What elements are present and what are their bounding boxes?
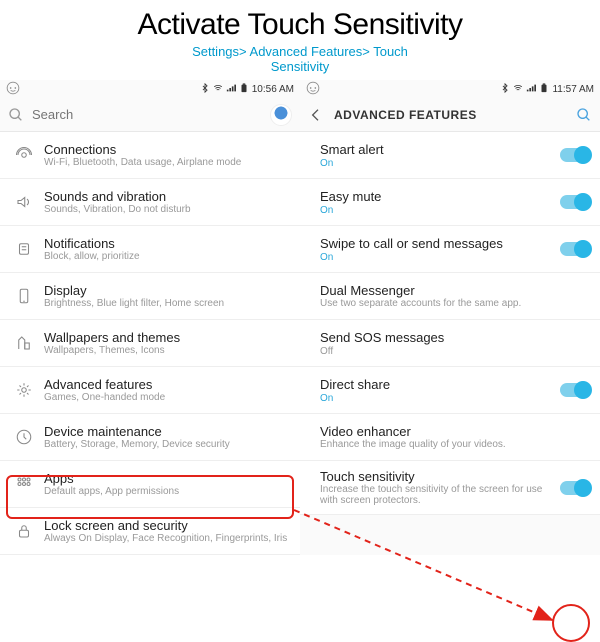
feature-row-swipe-call[interactable]: Swipe to call or send messagesOn [300, 226, 600, 273]
settings-row-apps[interactable]: AppsDefault apps, App permissions [0, 461, 300, 508]
advanced-features-screen: 11:57 AM ADVANCED FEATURES Smart alertOn… [300, 80, 600, 555]
feature-row-send-sos[interactable]: Send SOS messagesOff [300, 320, 600, 367]
row-title: Advanced features [44, 377, 290, 392]
settings-row-advanced-features[interactable]: Advanced featuresGames, One-handed mode [0, 367, 300, 414]
signal-icon [226, 83, 236, 96]
row-title: Connections [44, 142, 290, 157]
reddit-icon [306, 81, 320, 98]
row-state: On [320, 393, 560, 404]
row-title: Send SOS messages [320, 330, 590, 345]
breadcrumb: Settings> Advanced Features> Touch Sensi… [0, 44, 600, 74]
breadcrumb-line2: Sensitivity [271, 59, 330, 74]
status-bar: 10:56 AM [0, 80, 300, 98]
settings-screen: 10:56 AM ConnectionsWi-Fi, Bluetooth, Da… [0, 80, 300, 555]
feature-row-smart-alert[interactable]: Smart alertOn [300, 132, 600, 179]
row-title: Smart alert [320, 142, 560, 157]
avatar[interactable] [270, 104, 292, 126]
row-title: Device maintenance [44, 424, 290, 439]
feature-row-touch-sensitivity[interactable]: Touch sensitivityIncrease the touch sens… [300, 461, 600, 515]
status-time: 11:57 AM [552, 84, 594, 95]
settings-row-display[interactable]: DisplayBrightness, Blue light filter, Ho… [0, 273, 300, 320]
screen-header: ADVANCED FEATURES [300, 98, 600, 132]
row-title: Touch sensitivity [320, 469, 560, 484]
row-title: Wallpapers and themes [44, 330, 290, 345]
row-subtitle: Wi-Fi, Bluetooth, Data usage, Airplane m… [44, 157, 290, 168]
toggle-easy-mute[interactable] [560, 195, 590, 209]
settings-list: ConnectionsWi-Fi, Bluetooth, Data usage,… [0, 132, 300, 555]
row-state: Off [320, 346, 590, 357]
row-subtitle: Games, One-handed mode [44, 392, 290, 403]
toggle-direct-share[interactable] [560, 383, 590, 397]
device-maintenance-icon [10, 428, 38, 446]
status-bar: 11:57 AM [300, 80, 600, 98]
wifi-icon [513, 83, 523, 96]
row-subtitle: Sounds, Vibration, Do not disturb [44, 204, 290, 215]
row-subtitle: Use two separate accounts for the same a… [320, 298, 590, 309]
settings-row-wallpapers[interactable]: Wallpapers and themesWallpapers, Themes,… [0, 320, 300, 367]
wifi-icon [213, 83, 223, 96]
features-list: Smart alertOnEasy muteOnSwipe to call or… [300, 132, 600, 555]
toggle-touch-sensitivity[interactable] [560, 481, 590, 495]
row-title: Easy mute [320, 189, 560, 204]
row-subtitle: Default apps, App permissions [44, 486, 290, 497]
row-title: Apps [44, 471, 290, 486]
callout-touch-sensitivity-toggle [552, 604, 590, 642]
search-icon [8, 107, 24, 123]
row-subtitle: Wallpapers, Themes, Icons [44, 345, 290, 356]
search-icon[interactable] [576, 107, 592, 123]
search-bar [0, 98, 300, 132]
settings-row-connections[interactable]: ConnectionsWi-Fi, Bluetooth, Data usage,… [0, 132, 300, 179]
row-subtitle: Enhance the image quality of your videos… [320, 439, 590, 450]
notifications-icon [10, 240, 38, 258]
row-subtitle: Brightness, Blue light filter, Home scre… [44, 298, 290, 309]
sounds-icon [10, 193, 38, 211]
bluetooth-icon [500, 83, 510, 96]
row-title: Direct share [320, 377, 560, 392]
row-title: Dual Messenger [320, 283, 590, 298]
lock-screen-icon [10, 522, 38, 540]
row-title: Video enhancer [320, 424, 590, 439]
back-icon[interactable] [308, 107, 324, 123]
feature-row-easy-mute[interactable]: Easy muteOn [300, 179, 600, 226]
row-subtitle: Always On Display, Face Recognition, Fin… [44, 533, 290, 544]
row-title: Lock screen and security [44, 518, 290, 533]
row-subtitle: Battery, Storage, Memory, Device securit… [44, 439, 290, 450]
row-title: Notifications [44, 236, 290, 251]
feature-row-direct-share[interactable]: Direct shareOn [300, 367, 600, 414]
search-input[interactable] [32, 107, 270, 122]
settings-row-sounds[interactable]: Sounds and vibrationSounds, Vibration, D… [0, 179, 300, 226]
bluetooth-icon [200, 83, 210, 96]
settings-row-notifications[interactable]: NotificationsBlock, allow, prioritize [0, 226, 300, 273]
row-title: Display [44, 283, 290, 298]
row-title: Swipe to call or send messages [320, 236, 560, 251]
battery-icon [539, 83, 549, 96]
row-subtitle: Increase the touch sensitivity of the sc… [320, 484, 560, 506]
row-title: Sounds and vibration [44, 189, 290, 204]
advanced-features-icon [10, 381, 38, 399]
settings-row-lock-screen[interactable]: Lock screen and securityAlways On Displa… [0, 508, 300, 555]
row-subtitle: Block, allow, prioritize [44, 251, 290, 262]
wallpapers-icon [10, 334, 38, 352]
display-icon [10, 287, 38, 305]
reddit-icon [6, 81, 20, 98]
signal-icon [526, 83, 536, 96]
breadcrumb-line1: Settings> Advanced Features> Touch [192, 44, 408, 59]
status-time: 10:56 AM [252, 84, 294, 95]
battery-icon [239, 83, 249, 96]
toggle-smart-alert[interactable] [560, 148, 590, 162]
row-state: On [320, 252, 560, 263]
apps-icon [10, 475, 38, 493]
toggle-swipe-call[interactable] [560, 242, 590, 256]
screen-title: ADVANCED FEATURES [334, 108, 576, 122]
row-state: On [320, 158, 560, 169]
page-title: Activate Touch Sensitivity [0, 8, 600, 42]
connections-icon [10, 146, 38, 164]
row-state: On [320, 205, 560, 216]
feature-row-dual-messenger[interactable]: Dual MessengerUse two separate accounts … [300, 273, 600, 320]
feature-row-video-enhancer[interactable]: Video enhancerEnhance the image quality … [300, 414, 600, 461]
settings-row-device-maintenance[interactable]: Device maintenanceBattery, Storage, Memo… [0, 414, 300, 461]
